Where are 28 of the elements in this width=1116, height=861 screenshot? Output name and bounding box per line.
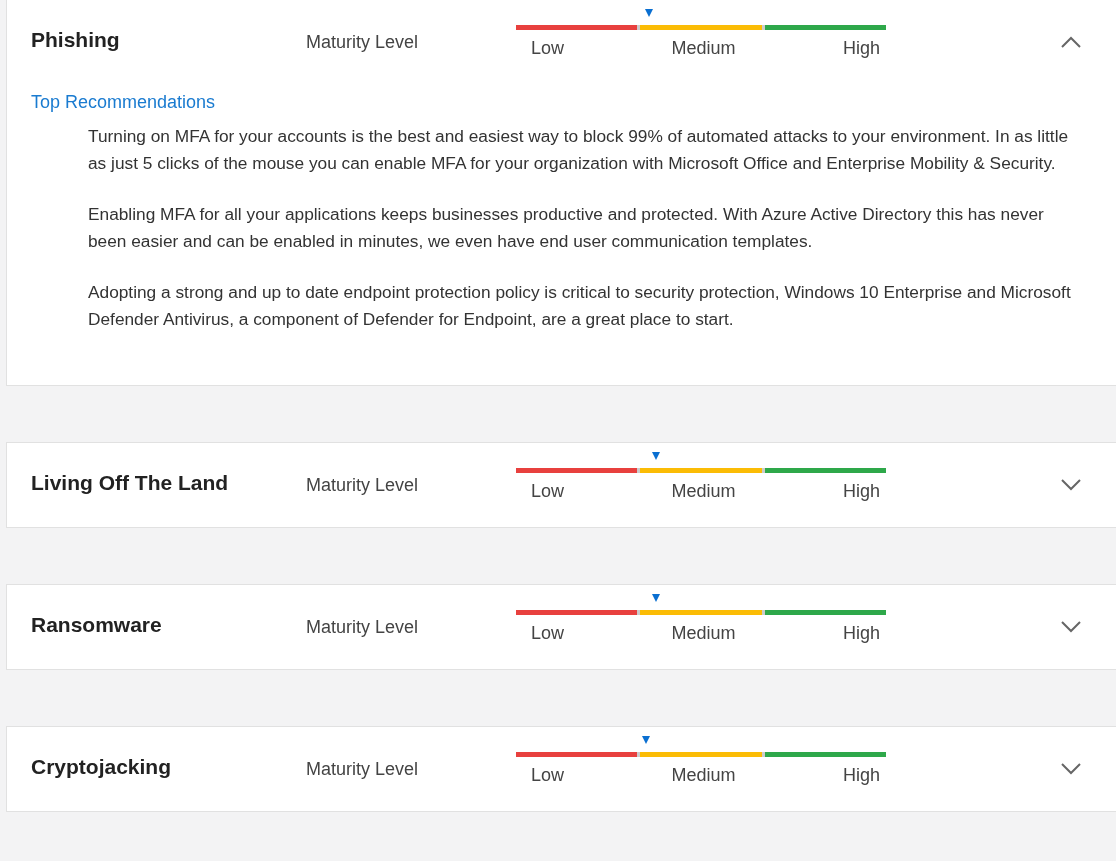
maturity-label: Maturity Level [306,474,420,496]
scale-label: Low [531,765,565,786]
maturity-label: Maturity Level [306,616,420,638]
scale-label: High [842,38,880,59]
scale-label: Medium [671,765,736,786]
maturity-label: Maturity Level [306,31,420,53]
recommendation-text: Enabling MFA for all your applications keeps businesses productive and protected. With Azure Active Directory this has never been easier and can be enabled in minutes, we even have end user communication templates. [88,203,1045,253]
chevron-up-icon[interactable] [1060,35,1082,49]
chevron-down-icon[interactable] [1060,762,1082,776]
scale-label: Low [531,623,565,644]
recommendations-heading: Top Recommendations [31,92,217,113]
scale-label: Low [531,481,565,502]
scale-label: Low [531,38,565,59]
recommendation-text: Adopting a strong and up to date endpoint protection policy is critical to security protection, Windows 10 Enterprise and Microsoft Defender Antivirus, a component of Defender for Endpoint, are a great place to start. [88,281,1072,331]
scale-label: High [842,623,880,644]
section-title: Ransomware [31,613,163,637]
chevron-down-icon[interactable] [1060,478,1082,492]
scale-label: High [842,481,880,502]
chevron-down-icon[interactable] [1060,620,1082,634]
scale-label: Medium [671,623,736,644]
recommendation-text: Turning on MFA for your accounts is the best and easiest way to block 99% of automated attacks to your environment. In as little as just 5 clicks of the mouse you can enable MFA for your organization with Microsoft Office and Enterprise Mobility & Security. [88,125,1070,175]
section-title: Living Off The Land [31,471,230,495]
section-title: Cryptojacking [31,755,173,779]
maturity-label: Maturity Level [306,758,420,780]
scale-label: Medium [671,38,736,59]
scale-label: Medium [671,481,736,502]
section-title: Phishing [31,28,121,52]
scale-label: High [842,765,880,786]
